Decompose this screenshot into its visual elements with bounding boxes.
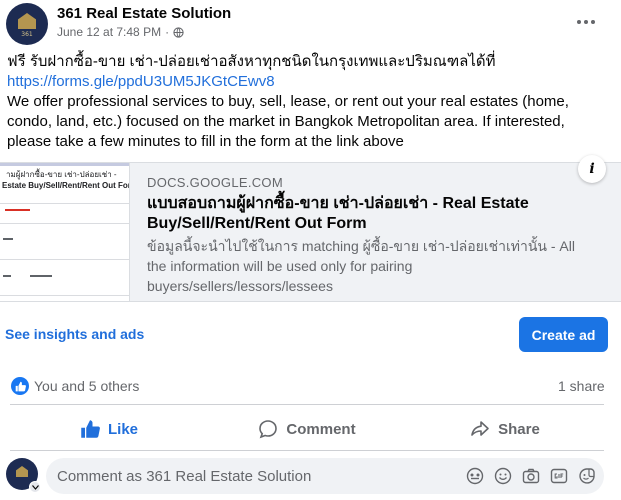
share-icon [471,421,489,436]
avatar-sticker-icon[interactable] [465,466,485,486]
info-icon[interactable]: i [578,155,606,183]
like-button[interactable]: Like [10,410,208,448]
thumb-question [3,238,13,240]
divider [10,404,604,405]
globe-icon [173,26,184,38]
link-domain: DOCS.GOOGLE.COM [147,175,283,190]
link-title: แบบสอบถามผู้ฝากซื้อ-ขาย เช่า-ปล่อยเช่า -… [147,195,529,232]
sticker-icon[interactable] [577,466,597,486]
thumbs-up-icon [81,420,100,438]
post-timestamp[interactable]: June 12 at 7:48 PM [57,25,161,39]
comment-button[interactable]: Comment [208,410,406,448]
thumb-subtitle: Estate Buy/Sell/Rent/Rent Out Form [2,181,130,190]
link-description: ข้อมูลนี้จะนำไปใช้ในการ matching ผู้ซื้อ… [147,238,575,294]
thumb-required-note [5,209,30,211]
like-reaction-icon[interactable] [11,377,29,395]
page-avatar[interactable]: 361 [6,3,48,45]
share-count[interactable]: 1 share [558,378,605,394]
reactions-bar: You and 5 others 1 share [0,370,621,404]
link-preview-card[interactable]: ามผู้ฝากซื้อ-ขาย เช่า-ปล่อยเช่า - Estate… [0,162,621,302]
post-text-thai: ฟรี รับฝากซื้อ-ขาย เช่า-ปล่อยเช่าอสังหาท… [7,53,496,70]
see-insights-link[interactable]: See insights and ads [5,326,144,342]
comment-input[interactable]: Comment as 361 Real Estate Solution [46,458,604,494]
post-text-english: We offer professional services to buy, s… [7,93,569,150]
thumb-field [0,295,129,296]
more-options-icon[interactable] [570,9,602,35]
building-logo [16,466,28,477]
comment-tools [465,466,597,486]
comment-icon [259,420,278,439]
avatar-switch-icon[interactable] [29,481,41,493]
action-bar: Like Comment Share [10,410,604,448]
post-meta: June 12 at 7:48 PM · [57,25,184,39]
share-button[interactable]: Share [406,410,604,448]
thumb-question [3,275,11,277]
divider [10,450,604,451]
post-form-link[interactable]: https://forms.gle/ppdU3UM5JKGtCEwv8 [7,73,275,90]
post-header: 361 361 Real Estate Solution June 12 at … [0,0,621,48]
meta-separator: · [165,25,170,39]
thumb-field [0,259,129,260]
emoji-icon[interactable] [493,466,513,486]
comment-label: Comment [286,420,356,438]
building-logo [18,13,36,29]
share-label: Share [498,420,540,438]
gif-icon[interactable] [549,466,569,486]
post-body: ฟรี รับฝากซื้อ-ขาย เช่า-ปล่อยเช่าอสังหาท… [7,52,607,152]
page-name[interactable]: 361 Real Estate Solution [57,5,231,22]
link-card-body: DOCS.GOOGLE.COM แบบสอบถามผู้ฝากซื้อ-ขาย … [147,175,587,296]
thumb-header-bar [0,163,129,166]
thumb-title: ามผู้ฝากซื้อ-ขาย เช่า-ปล่อยเช่า - [6,170,117,179]
comment-placeholder: Comment as 361 Real Estate Solution [57,468,312,485]
create-ad-button[interactable]: Create ad [519,317,608,352]
link-thumbnail: ามผู้ฝากซื้อ-ขาย เช่า-ปล่อยเช่า - Estate… [0,163,130,301]
reaction-count[interactable]: You and 5 others [34,378,139,394]
thumb-question [30,275,52,277]
thumb-divider [0,223,129,224]
avatar-text: 361 [21,31,33,38]
thumb-divider [0,203,129,204]
camera-icon[interactable] [521,466,541,486]
like-label: Like [107,420,138,438]
